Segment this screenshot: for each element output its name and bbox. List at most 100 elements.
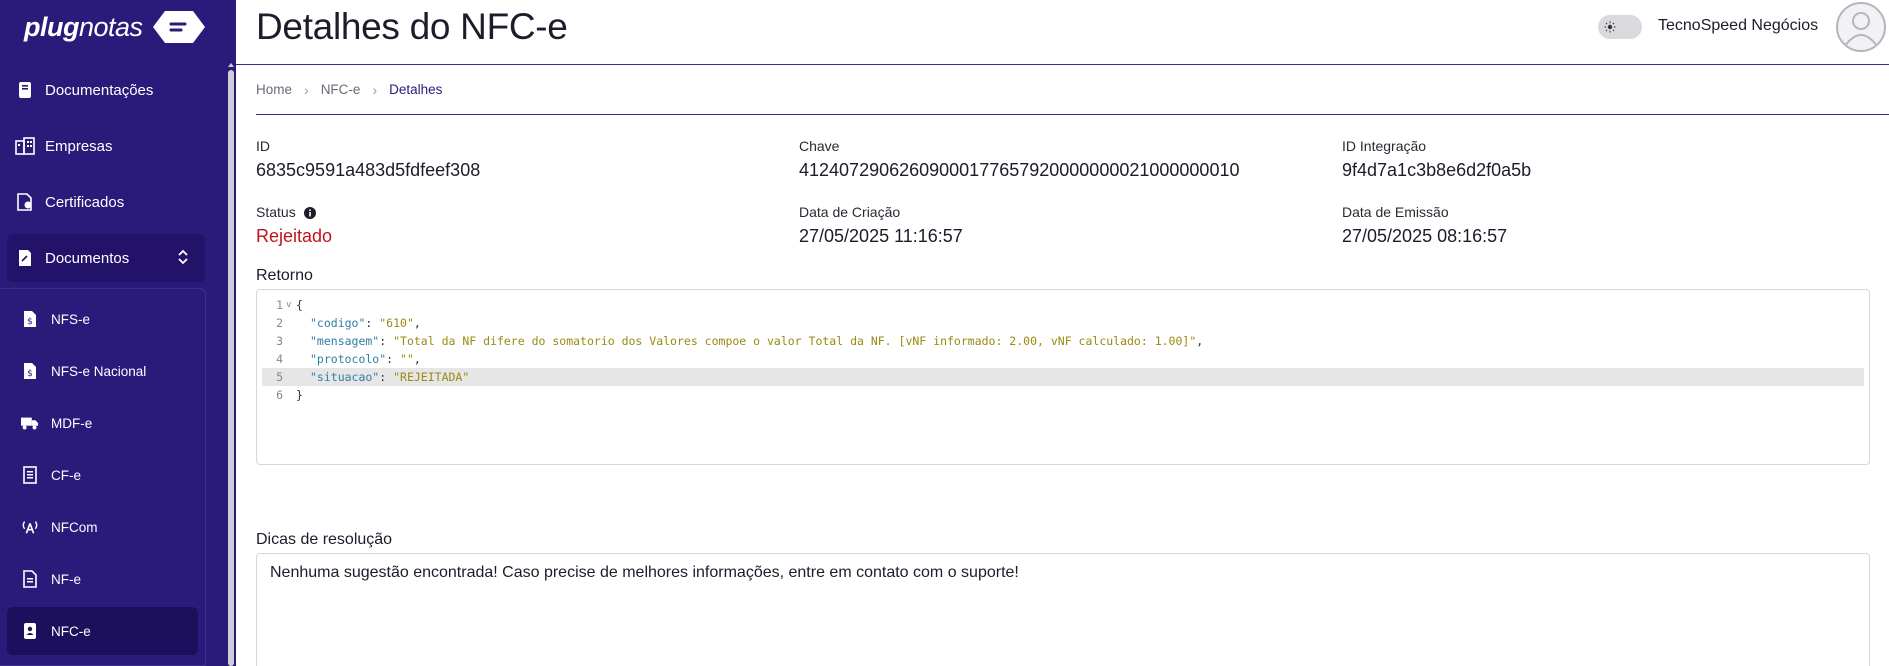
brand-name: plugnotas xyxy=(24,11,143,42)
book-icon xyxy=(15,80,35,100)
code-text: "mensagem": "Total da NF difere do somat… xyxy=(310,334,1204,348)
line-number: 4 xyxy=(276,352,283,366)
json-comma: , xyxy=(413,352,421,366)
field-data-criacao: Data de Criação 27/05/2025 11:16:57 xyxy=(799,204,963,247)
field-id-integracao: ID Integração 9f4d7a1c3b8e6d2f0a5b xyxy=(1342,138,1531,181)
sidebar: plugnotas Documentações Empresas Certifi… xyxy=(0,0,236,666)
json-comma: , xyxy=(413,316,421,330)
fold-chevron-icon[interactable]: v xyxy=(286,296,291,314)
retorno-json-editor[interactable]: 1 v { 2 "codigo": "610", 3 "mensagem": "… xyxy=(256,289,1870,465)
field-status: Status Rejeitado xyxy=(256,204,332,247)
code-line: 4 "protocolo": "", xyxy=(262,350,1864,368)
sidebar-item-certificados[interactable]: Certificados xyxy=(7,178,205,226)
sidebar-item-label: Documentos xyxy=(45,249,130,267)
sidebar-subitem-nfe[interactable]: NF-e xyxy=(7,555,198,603)
info-icon[interactable] xyxy=(303,207,316,220)
field-id: ID 6835c9591a483d5fdfeef308 xyxy=(256,138,480,181)
field-value: 4124072906260900017765792000000002100000… xyxy=(799,160,1240,180)
json-value: "" xyxy=(400,352,414,366)
sidebar-subitem-cfe[interactable]: CF-e xyxy=(7,451,198,499)
json-key: "protocolo" xyxy=(310,352,387,366)
line-number: 1 xyxy=(276,298,283,312)
field-value: 27/05/2025 08:16:57 xyxy=(1342,226,1508,246)
sidebar-subitem-label: NFS-e xyxy=(51,311,91,327)
field-label: Status xyxy=(256,204,296,220)
sidebar-item-label: Empresas xyxy=(45,137,113,155)
avatar[interactable] xyxy=(1836,2,1886,52)
page-title: Detalhes do NFC-e xyxy=(256,6,568,47)
dollar-doc-icon: $ xyxy=(21,310,39,328)
field-label: ID Integração xyxy=(1342,138,1427,154)
svg-text:$: $ xyxy=(27,369,33,379)
json-value: "Total da NF difere do somatorio dos Val… xyxy=(393,334,1197,348)
chevron-updown-icon xyxy=(177,248,189,270)
dicas-text: Nenhuma sugestão encontrada! Caso precis… xyxy=(270,564,1019,581)
breadcrumb-home[interactable]: Home xyxy=(256,82,292,97)
json-key: "codigo" xyxy=(310,316,366,330)
user-icon xyxy=(1844,12,1878,47)
sidebar-item-documentacoes[interactable]: Documentações xyxy=(7,66,205,114)
line-number: 5 xyxy=(276,370,283,384)
line-number: 2 xyxy=(276,316,283,330)
sidebar-subitem-label: NFCom xyxy=(51,519,98,535)
line-number: 6 xyxy=(276,388,283,402)
sidebar-subitem-label: CF-e xyxy=(51,467,81,483)
sidebar-scroll-thumb[interactable] xyxy=(228,70,234,666)
sidebar-subitem-nfse[interactable]: $ NFS-e xyxy=(7,295,198,343)
page-header: Detalhes do NFC-e TecnoSpeed Negócios xyxy=(236,0,1889,65)
dollar-doc-icon: $ xyxy=(21,362,39,380)
scroll-up-arrow-icon[interactable] xyxy=(228,62,234,68)
field-label-wrap: Status xyxy=(256,204,332,220)
code-line: 3 "mensagem": "Total da NF difere do som… xyxy=(262,332,1864,350)
field-label: Chave xyxy=(799,138,840,154)
sidebar-subitem-mdfe[interactable]: MDF-e xyxy=(7,399,198,447)
sidebar-subitem-label: MDF-e xyxy=(51,415,93,431)
json-key: "situacao" xyxy=(310,370,380,384)
code-line: 6 } xyxy=(262,386,1864,404)
code-line: 1 v { xyxy=(262,296,1864,314)
sidebar-subitem-label: NFC-e xyxy=(51,623,91,639)
buildings-icon xyxy=(15,136,35,156)
field-chave: Chave 4124072906260900017765792000000002… xyxy=(799,138,1239,181)
field-value: 6835c9591a483d5fdfeef308 xyxy=(256,160,481,180)
code-text: { xyxy=(296,298,303,312)
sidebar-item-label: Certificados xyxy=(45,193,125,211)
sidebar-item-label: Documentações xyxy=(45,81,154,99)
code-line-active: 5 "situacao": "REJEITADA" xyxy=(262,368,1864,386)
svg-text:$: $ xyxy=(27,317,33,327)
field-label: Data de Criação xyxy=(799,204,901,220)
json-value: "610" xyxy=(379,316,414,330)
status-badge: Rejeitado xyxy=(256,226,333,246)
line-number: 3 xyxy=(276,334,283,348)
theme-toggle[interactable] xyxy=(1598,15,1642,39)
antenna-icon xyxy=(21,518,39,536)
field-value: 27/05/2025 11:16:57 xyxy=(799,226,963,246)
documents-icon xyxy=(15,248,35,268)
sidebar-subitem-nfcom[interactable]: NFCom xyxy=(7,503,198,551)
company-name[interactable]: TecnoSpeed Negócios xyxy=(1658,17,1818,35)
code-text: "codigo": "610", xyxy=(310,316,421,330)
contact-doc-icon xyxy=(21,622,39,640)
sidebar-subitem-nfse-nacional[interactable]: $ NFS-e Nacional xyxy=(7,347,198,395)
breadcrumb-current: Detalhes xyxy=(389,82,443,97)
code-text: "situacao": "REJEITADA" xyxy=(310,370,470,384)
receipt-icon xyxy=(21,466,39,484)
truck-icon xyxy=(21,414,39,432)
dicas-box: Nenhuma sugestão encontrada! Caso precis… xyxy=(256,553,1870,666)
breadcrumb-nfce[interactable]: NFC-e xyxy=(321,82,361,97)
sidebar-item-documentos[interactable]: Documentos xyxy=(7,234,205,282)
code-text: "protocolo": "", xyxy=(310,352,421,366)
certificate-icon xyxy=(15,192,35,212)
field-label: ID xyxy=(256,138,270,154)
dicas-title: Dicas de resolução xyxy=(256,531,393,548)
json-value: "REJEITADA" xyxy=(393,370,470,384)
brand-logo[interactable]: plugnotas xyxy=(0,0,236,54)
json-key: "mensagem" xyxy=(310,334,380,348)
code-text: } xyxy=(296,388,303,402)
sidebar-item-empresas[interactable]: Empresas xyxy=(7,122,205,170)
sidebar-subitem-nfce[interactable]: NFC-e xyxy=(7,607,198,655)
field-label: Data de Emissão xyxy=(1342,204,1449,220)
breadcrumb: Home › NFC-e › Detalhes xyxy=(256,65,1889,115)
field-data-emissao: Data de Emissão 27/05/2025 08:16:57 xyxy=(1342,204,1507,247)
doc-icon xyxy=(21,570,39,588)
